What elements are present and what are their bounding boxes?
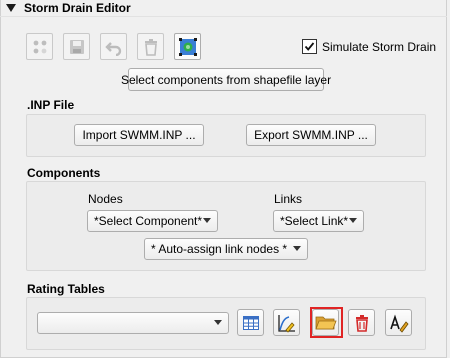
select-area-button[interactable] (174, 33, 201, 60)
links-label: Links (274, 192, 303, 206)
rename-icon (389, 313, 409, 333)
chevron-down-icon (293, 246, 301, 251)
table-icon (242, 315, 259, 330)
chevron-down-icon (214, 320, 222, 325)
panel-header[interactable]: Storm Drain Editor (6, 0, 131, 16)
rating-table-delete-button[interactable] (348, 309, 375, 336)
simulate-storm-drain-checkbox[interactable]: Simulate Storm Drain (302, 39, 436, 54)
rating-table-view-button[interactable] (237, 309, 264, 336)
nodes-icon (33, 40, 46, 53)
panel-title: Storm Drain Editor (24, 1, 131, 15)
rating-tables-heading: Rating Tables (27, 282, 105, 296)
rating-curve-edit-button[interactable] (273, 309, 300, 336)
nodes-button[interactable] (26, 33, 53, 60)
checkbox-box[interactable] (302, 39, 317, 54)
auto-assign-select[interactable]: * Auto-assign link nodes * (144, 238, 308, 260)
export-swmm-inp-button[interactable]: Export SWMM.INP ... (246, 124, 376, 146)
edit-curve-icon (277, 314, 295, 333)
highlight-box (310, 307, 343, 338)
simulate-storm-drain-label: Simulate Storm Drain (322, 39, 437, 54)
collapse-triangle-icon[interactable] (6, 4, 16, 12)
delete-icon (355, 314, 368, 332)
undo-button[interactable] (100, 33, 127, 60)
chevron-down-icon (349, 218, 357, 223)
nodes-select-value: *Select Component* (94, 214, 203, 228)
save-icon (69, 39, 84, 54)
auto-assign-select-value: * Auto-assign link nodes * (151, 242, 288, 256)
nodes-label: Nodes (88, 192, 123, 206)
links-select-value: *Select Link* (280, 214, 349, 228)
links-select[interactable]: *Select Link* (273, 210, 364, 232)
select-from-shapefile-button[interactable]: Select components from shapefile layer (121, 68, 331, 91)
import-swmm-inp-button[interactable]: Import SWMM.INP ... (74, 124, 204, 146)
chevron-down-icon (203, 218, 211, 223)
delete-button[interactable] (137, 33, 164, 60)
checkmark-icon (304, 42, 315, 51)
inp-file-heading: .INP File (27, 98, 75, 112)
rating-table-select[interactable] (37, 312, 229, 334)
save-button[interactable] (63, 33, 90, 60)
components-heading: Components (27, 166, 101, 180)
rating-table-rename-button[interactable] (385, 309, 412, 336)
delete-icon (144, 38, 157, 56)
nodes-select[interactable]: *Select Component* (87, 210, 218, 232)
select-area-icon (178, 37, 197, 56)
header-divider (0, 16, 447, 17)
undo-icon (104, 41, 121, 56)
